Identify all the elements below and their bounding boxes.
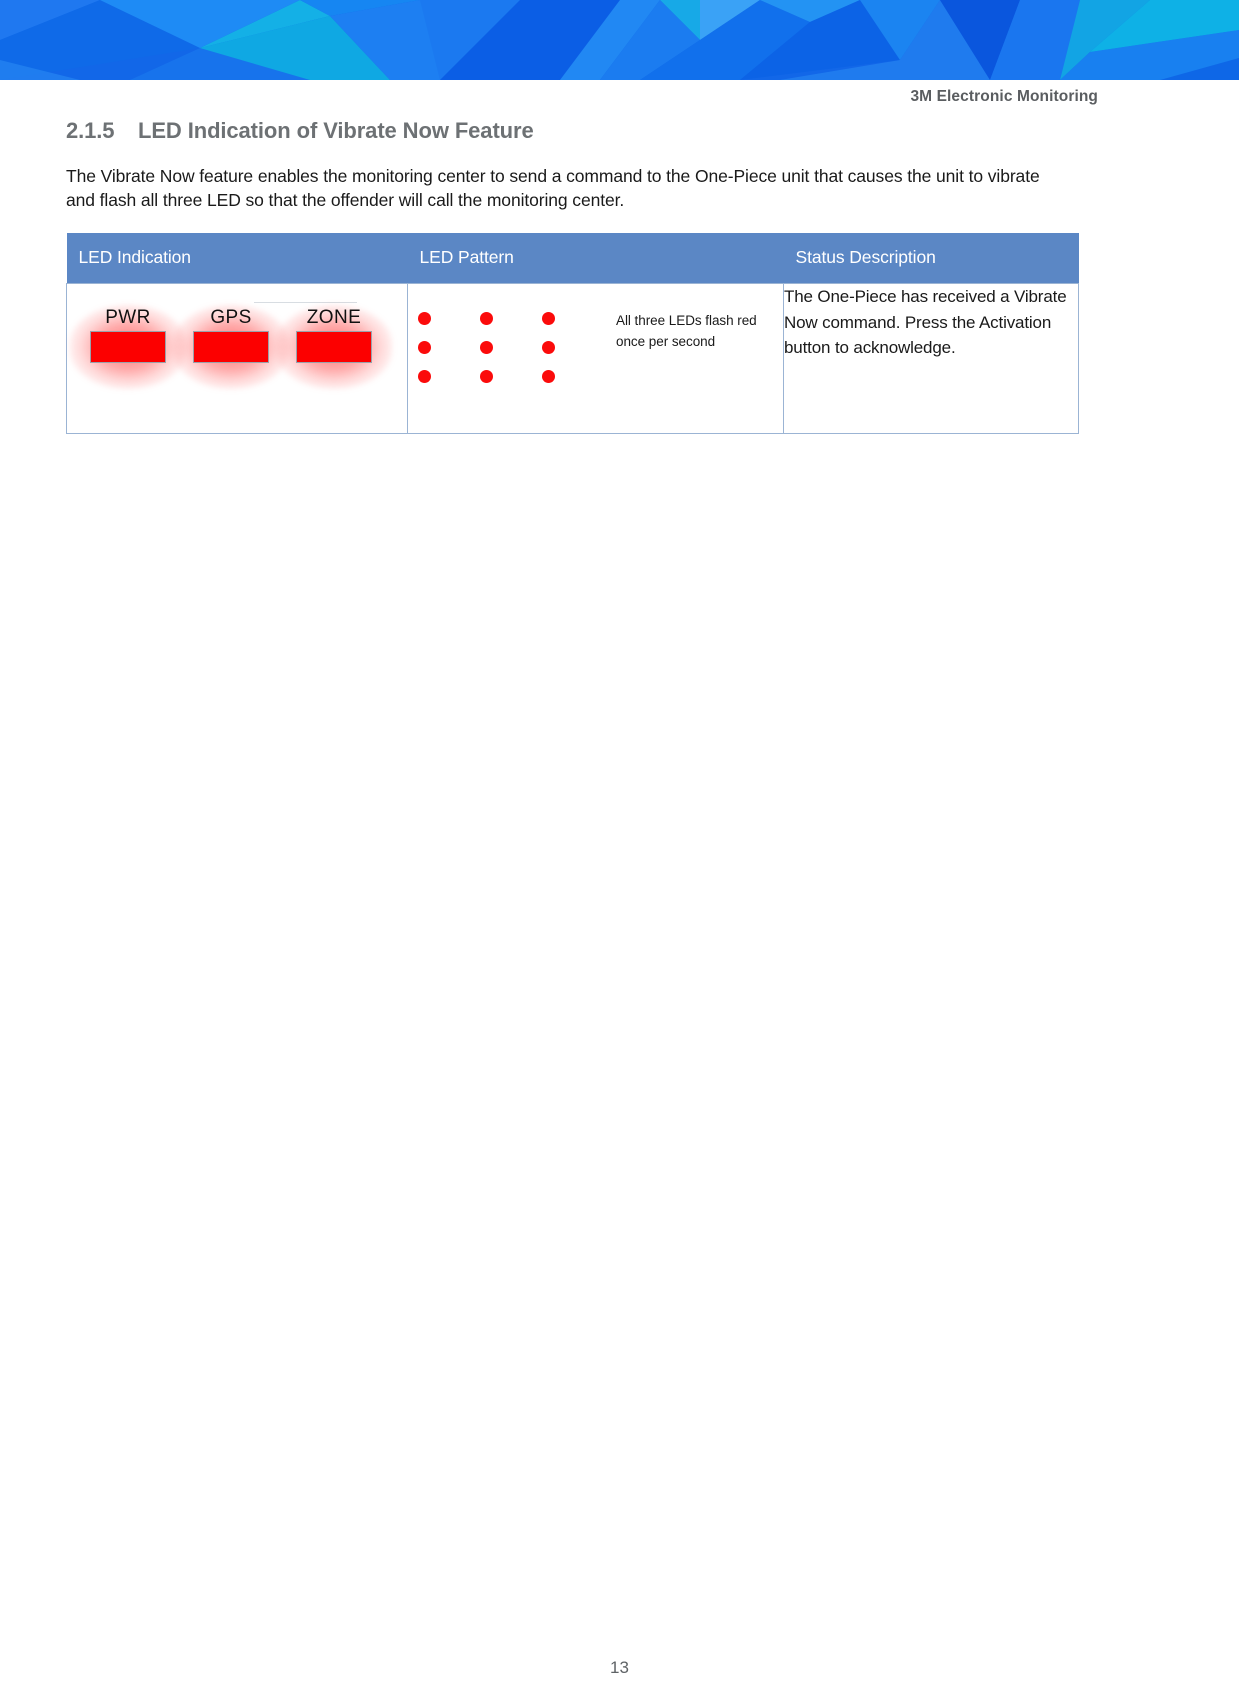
decorative-polygon-banner: [0, 0, 1239, 80]
led-bar-wrap-pwr: [70, 305, 186, 390]
led-bar-gps: [193, 331, 269, 364]
led-bar-wrap-gps: [173, 305, 289, 390]
page-number: 13: [610, 1658, 629, 1677]
page-content: 2.1.5 LED Indication of Vibrate Now Feat…: [66, 118, 1079, 435]
pattern-dot: [480, 341, 493, 355]
led-indicator-graphic: PWR GPS ZONE: [67, 284, 408, 433]
led-indicator-pwr: PWR: [70, 305, 186, 390]
led-indicator-gps: GPS: [173, 305, 289, 390]
section-number: 2.1.5: [66, 118, 115, 143]
led-bar-wrap-zone: [276, 305, 392, 390]
led-bar-pwr: [90, 331, 166, 364]
section-heading: 2.1.5 LED Indication of Vibrate Now Feat…: [66, 118, 1078, 144]
section-title: LED Indication of Vibrate Now Feature: [138, 118, 534, 143]
document-title: 3M Electronic Monitoring: [910, 88, 1098, 105]
column-header-status-description: Status Description: [783, 233, 1079, 284]
table-header-row: LED Indication LED Pattern Status Descri…: [66, 233, 1079, 284]
cell-led-indication: PWR GPS ZONE: [66, 283, 408, 435]
led-label-gps: GPS: [210, 307, 252, 329]
scan-artifact-line: [254, 302, 357, 304]
pattern-dot: [418, 312, 431, 326]
pattern-dot: [480, 370, 493, 384]
pattern-dot: [542, 370, 555, 384]
led-indication-table: LED Indication LED Pattern Status Descri…: [66, 233, 1079, 435]
page-footer: 13: [0, 1658, 1239, 1678]
page-header: 3M Electronic Monitoring: [0, 88, 1239, 106]
led-label-zone: ZONE: [306, 307, 362, 329]
status-description-text: The One-Piece has received a Vibrate Now…: [784, 287, 1067, 358]
led-bar-zone: [296, 331, 372, 364]
polygon-pattern-graphic: [0, 0, 1239, 80]
pattern-dot: [480, 312, 493, 326]
column-header-led-indication: LED Indication: [66, 233, 408, 284]
cell-status-description: The One-Piece has received a Vibrate Now…: [783, 283, 1079, 435]
led-pattern-caption: All three LEDs flash red once per second: [616, 313, 757, 349]
cell-led-pattern: All three LEDs flash red once per second: [407, 283, 784, 435]
table-row: PWR GPS ZONE All three LEDs flash red on…: [66, 283, 1079, 435]
pattern-dot: [418, 341, 431, 355]
led-label-pwr: PWR: [105, 307, 151, 329]
led-group: PWR GPS ZONE: [70, 305, 392, 390]
led-indicator-zone: ZONE: [276, 305, 392, 390]
pattern-dot: [542, 312, 555, 326]
pattern-dot: [542, 341, 555, 355]
pattern-dot: [418, 370, 431, 384]
section-intro-paragraph: The Vibrate Now feature enables the moni…: [66, 166, 1040, 211]
led-pattern-wrap: All three LEDs flash red once per second: [408, 284, 783, 399]
led-pattern-dot-grid: [418, 312, 604, 399]
column-header-led-pattern: LED Pattern: [407, 233, 784, 284]
